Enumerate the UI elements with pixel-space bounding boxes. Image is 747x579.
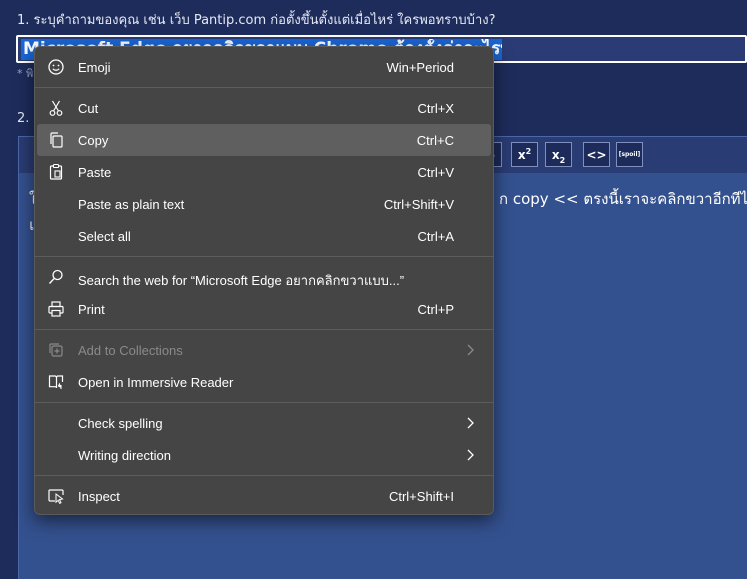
print-icon: [48, 301, 64, 317]
search-icon: [48, 269, 63, 284]
menu-divider: [35, 329, 493, 330]
title-hint: * พิ: [17, 67, 34, 80]
subscript-button[interactable]: x2: [545, 142, 572, 167]
menu-item-check-spelling[interactable]: Check spelling: [37, 407, 491, 439]
menu-item-copy[interactable]: Copy Ctrl+C: [37, 124, 491, 156]
cut-icon: [49, 100, 63, 116]
menu-item-immersive-reader[interactable]: Open in Immersive Reader: [37, 366, 491, 398]
menu-item-select-all[interactable]: Select all Ctrl+A: [37, 220, 491, 252]
spoiler-icon: [spoil]: [618, 151, 641, 158]
superscript-icon: x2: [517, 146, 532, 162]
emoji-icon: [48, 59, 64, 75]
context-menu: Emoji Win+Period Cut Ctrl+X Copy Ctrl+C …: [34, 46, 494, 515]
menu-item-paste-plain[interactable]: Paste as plain text Ctrl+Shift+V: [37, 188, 491, 220]
question1-label: 1. ระบุคำถามของคุณ เช่น เว็บ Pantip.com …: [17, 13, 496, 28]
code-button[interactable]: <>: [583, 142, 610, 167]
menu-divider: [35, 402, 493, 403]
menu-item-add-to-collections[interactable]: Add to Collections: [37, 334, 491, 366]
immersive-reader-icon: [48, 375, 64, 389]
menu-item-emoji[interactable]: Emoji Win+Period: [37, 51, 491, 83]
menu-item-paste[interactable]: Paste Ctrl+V: [37, 156, 491, 188]
menu-divider: [35, 87, 493, 88]
subscript-icon: x2: [551, 147, 566, 165]
menu-item-search-web[interactable]: Search the web for “Microsoft Edge อยากค…: [37, 261, 491, 293]
menu-item-writing-direction[interactable]: Writing direction: [37, 439, 491, 471]
chevron-right-icon: [467, 449, 474, 461]
superscript-button[interactable]: x2: [511, 142, 538, 167]
menu-item-print[interactable]: Print Ctrl+P: [37, 293, 491, 325]
paste-icon: [49, 163, 63, 180]
spoiler-button[interactable]: [spoil]: [616, 142, 643, 167]
menu-item-inspect[interactable]: Inspect Ctrl+Shift+I: [37, 480, 491, 512]
menu-divider: [35, 475, 493, 476]
chevron-right-icon: [467, 417, 474, 429]
code-icon: <>: [586, 147, 607, 162]
chevron-right-icon: [467, 344, 474, 356]
collections-icon: [49, 343, 63, 357]
copy-icon: [50, 132, 63, 148]
inspect-icon: [48, 489, 64, 505]
menu-divider: [35, 256, 493, 257]
menu-item-cut[interactable]: Cut Ctrl+X: [37, 92, 491, 124]
